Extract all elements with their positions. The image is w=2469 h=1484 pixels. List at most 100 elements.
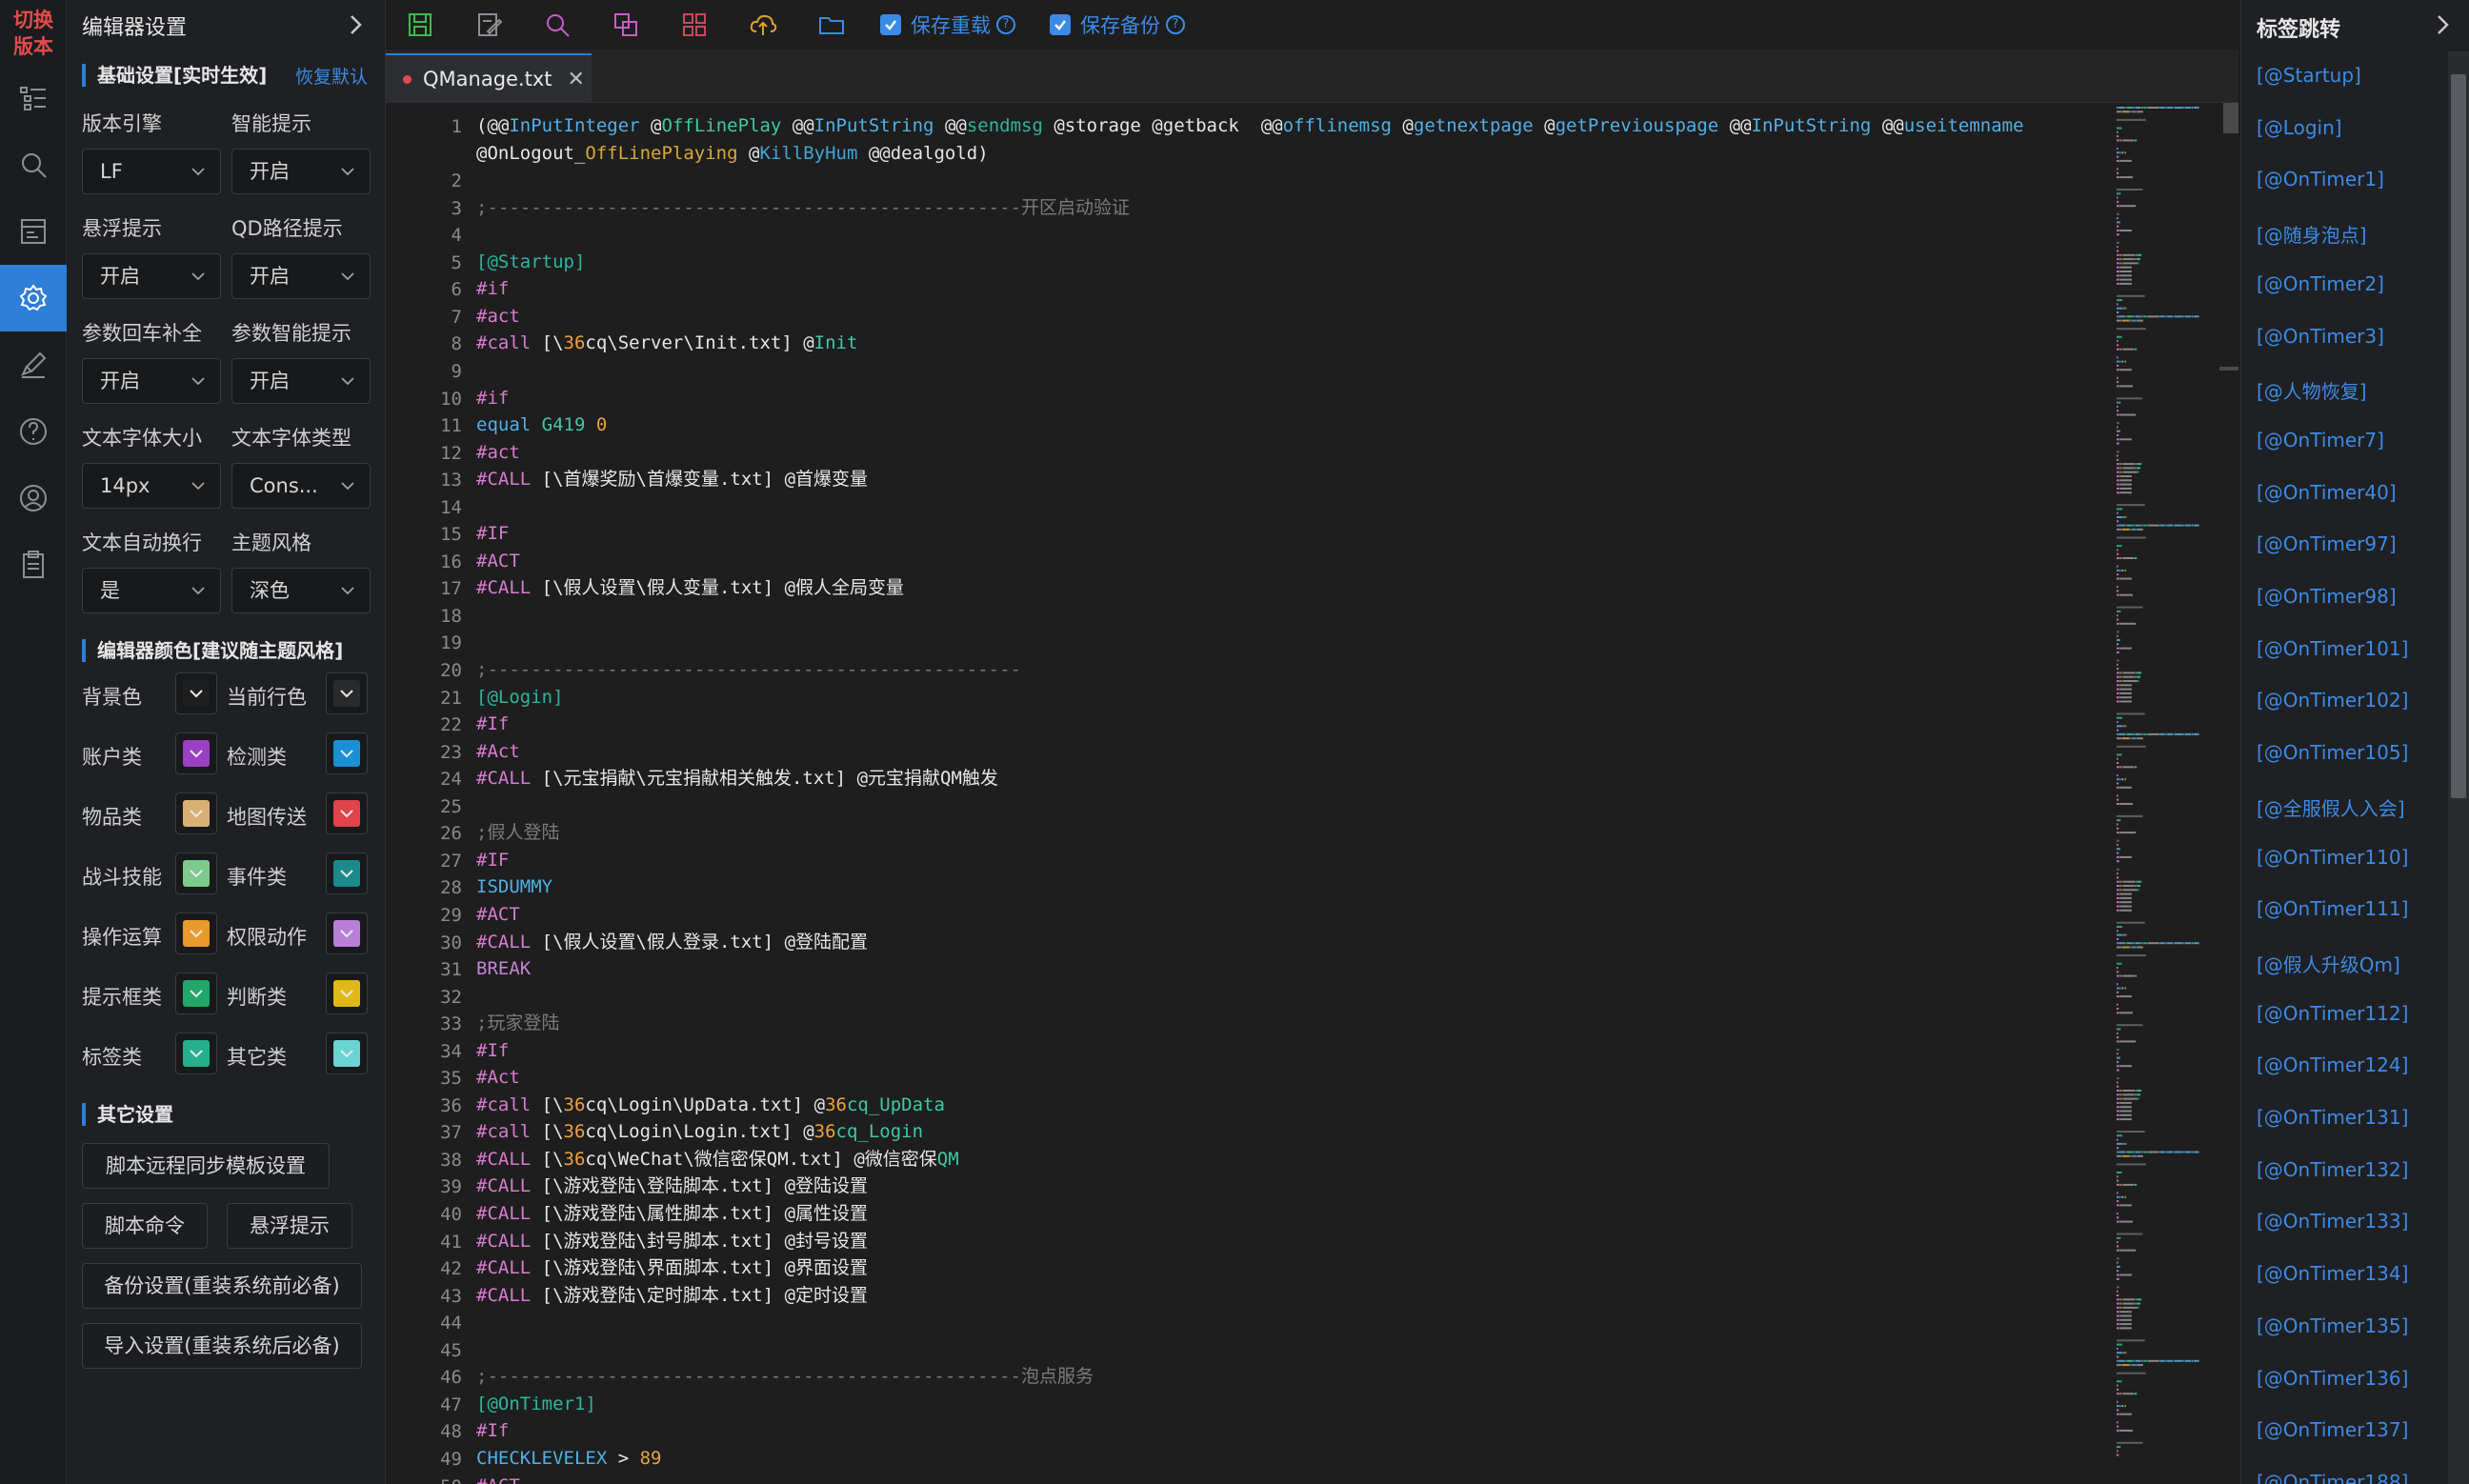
switch-version-button[interactable]: 切换 版本 xyxy=(0,0,67,67)
color-picker[interactable] xyxy=(175,852,217,894)
field-select[interactable]: Cons... xyxy=(231,463,371,509)
code-line[interactable]: #If xyxy=(476,1037,509,1064)
tag-link[interactable]: [@OnTimer124] xyxy=(2257,1053,2408,1076)
code-line[interactable]: #If xyxy=(476,1417,509,1444)
search-icon[interactable] xyxy=(538,6,576,44)
clipboard-icon[interactable] xyxy=(0,531,67,598)
tag-link[interactable]: [@OnTimer3] xyxy=(2257,325,2384,348)
tag-link[interactable]: [@Login] xyxy=(2257,116,2342,139)
code-line[interactable]: #If xyxy=(476,711,509,737)
code-line[interactable]: ;---------------------------------------… xyxy=(476,194,1130,221)
code-line[interactable]: #CALL [\元宝捐献\元宝捐献相关触发.txt] @元宝捐献QM触发 xyxy=(476,765,998,792)
save-backup-checkbox[interactable]: 保存备份 ? xyxy=(1050,10,1185,39)
field-select[interactable]: 深色 xyxy=(231,568,371,613)
chevron-right-icon[interactable] xyxy=(2431,13,2454,36)
code-line[interactable]: #if xyxy=(476,275,509,302)
code-line[interactable]: #CALL [\游戏登陆\登陆脚本.txt] @登陆设置 xyxy=(476,1173,868,1199)
tag-link[interactable]: [@Startup] xyxy=(2257,64,2361,87)
tag-list-scrollbar[interactable] xyxy=(2448,51,2469,1484)
close-icon[interactable]: ✕ xyxy=(568,68,585,91)
tag-link[interactable]: [@OnTimer132] xyxy=(2257,1158,2408,1181)
tag-link[interactable]: [@OnTimer110] xyxy=(2257,846,2408,869)
tag-link[interactable]: [@OnTimer133] xyxy=(2257,1210,2408,1233)
code-line[interactable]: #Act xyxy=(476,1064,520,1091)
upload-icon[interactable] xyxy=(744,6,782,44)
code-line[interactable]: ISDUMMY xyxy=(476,873,552,900)
script-commands-button[interactable]: 脚本命令 xyxy=(82,1203,208,1249)
settings-icon[interactable] xyxy=(0,265,67,331)
tag-link[interactable]: [@OnTimer105] xyxy=(2257,741,2408,764)
tag-link[interactable]: [@人物恢复] xyxy=(2257,376,2367,404)
color-picker[interactable] xyxy=(326,852,368,894)
code-line[interactable]: #IF xyxy=(476,847,509,873)
tag-link[interactable]: [@OnTimer1] xyxy=(2257,168,2384,191)
brush-icon[interactable] xyxy=(0,331,67,398)
editor-scrollbar[interactable] xyxy=(2219,103,2238,1484)
tag-link[interactable]: [@OnTimer188] xyxy=(2257,1471,2408,1484)
color-picker[interactable] xyxy=(326,1033,368,1074)
save-icon[interactable] xyxy=(401,6,439,44)
color-picker[interactable] xyxy=(175,1033,217,1074)
user-icon[interactable] xyxy=(0,465,67,531)
color-picker[interactable] xyxy=(175,672,217,714)
code-line[interactable]: #ACT xyxy=(476,1473,520,1484)
editor-scrollbar-thumb[interactable] xyxy=(2223,103,2238,133)
minimap-slider[interactable] xyxy=(2219,367,2238,371)
code-line[interactable]: #CALL [\游戏登陆\封号脚本.txt] @封号设置 xyxy=(476,1228,868,1254)
field-select[interactable]: 开启 xyxy=(82,253,221,299)
code-line[interactable]: ;---------------------------------------… xyxy=(476,656,1021,683)
tag-link[interactable]: [@OnTimer7] xyxy=(2257,429,2384,451)
code-line[interactable]: #call [\36cq\Login\UpData.txt] @36cq_UpD… xyxy=(476,1092,945,1118)
field-select[interactable]: 开启 xyxy=(231,149,371,194)
tag-link[interactable]: [@OnTimer112] xyxy=(2257,1002,2408,1025)
tag-link[interactable]: [@OnTimer101] xyxy=(2257,637,2408,660)
code-line[interactable]: #call [\36cq\Server\Init.txt] @Init xyxy=(476,330,857,356)
folder-icon[interactable] xyxy=(813,6,851,44)
code-line[interactable]: [@Startup] xyxy=(476,249,585,275)
color-picker[interactable] xyxy=(175,912,217,954)
tab-qmanage[interactable]: QManage.txt ✕ xyxy=(386,53,592,103)
code-line[interactable]: #call [\36cq\Login\Login.txt] @36cq_Logi… xyxy=(476,1118,923,1145)
remote-sync-template-button[interactable]: 脚本远程同步模板设置 xyxy=(82,1143,330,1189)
font-icon[interactable] xyxy=(0,198,67,265)
color-picker[interactable] xyxy=(326,672,368,714)
field-select[interactable]: 开启 xyxy=(231,358,371,404)
tag-link[interactable]: [@OnTimer102] xyxy=(2257,689,2408,712)
chevron-right-icon[interactable] xyxy=(344,13,367,36)
code-line[interactable]: @OnLogout_OffLinePlaying @KillByHum @@de… xyxy=(476,140,989,167)
help-icon[interactable] xyxy=(0,398,67,465)
tag-link[interactable]: [@OnTimer137] xyxy=(2257,1418,2408,1441)
tag-link[interactable]: [@假人升级Qm] xyxy=(2257,950,2400,977)
field-select[interactable]: 14px xyxy=(82,463,221,509)
color-picker[interactable] xyxy=(175,792,217,834)
reset-defaults-link[interactable]: 恢复默认 xyxy=(295,63,368,89)
code-line[interactable]: #act xyxy=(476,439,520,466)
tag-link[interactable]: [@OnTimer2] xyxy=(2257,272,2384,295)
tag-link[interactable]: [@OnTimer98] xyxy=(2257,585,2397,608)
code-line[interactable]: #CALL [\游戏登陆\界面脚本.txt] @界面设置 xyxy=(476,1254,868,1281)
tag-list-scrollbar-thumb[interactable] xyxy=(2451,74,2466,798)
color-picker[interactable] xyxy=(326,973,368,1014)
list-icon[interactable] xyxy=(0,65,67,131)
code-line[interactable]: #CALL [\假人设置\假人登录.txt] @登陆配置 xyxy=(476,929,868,955)
color-picker[interactable] xyxy=(326,732,368,774)
code-line[interactable]: #CALL [\36cq\WeChat\微信密保QM.txt] @微信密保QM xyxy=(476,1146,959,1173)
help-icon[interactable]: ? xyxy=(996,15,1015,34)
field-select[interactable]: 是 xyxy=(82,568,221,613)
import-settings-button[interactable]: 导入设置(重装系统后必备) xyxy=(82,1323,362,1369)
color-picker[interactable] xyxy=(326,792,368,834)
copy-icon[interactable] xyxy=(607,6,645,44)
code-line[interactable]: #act xyxy=(476,303,520,330)
code-line[interactable]: #if xyxy=(476,385,509,411)
tag-link[interactable]: [@随身泡点] xyxy=(2257,220,2367,248)
color-picker[interactable] xyxy=(175,732,217,774)
code-area[interactable]: (@@InPutInteger @OffLinePlay @@InPutStri… xyxy=(476,103,2096,1484)
field-select[interactable]: 开启 xyxy=(231,253,371,299)
tag-link[interactable]: [@OnTimer134] xyxy=(2257,1262,2408,1285)
code-line[interactable]: ;---------------------------------------… xyxy=(476,1363,1094,1390)
grid-icon[interactable] xyxy=(675,6,713,44)
code-line[interactable]: #CALL [\首爆奖励\首爆变量.txt] @首爆变量 xyxy=(476,466,868,492)
code-line[interactable]: equal G419 0 xyxy=(476,411,607,438)
tag-link[interactable]: [@OnTimer97] xyxy=(2257,532,2397,555)
code-line[interactable]: #CALL [\游戏登陆\属性脚本.txt] @属性设置 xyxy=(476,1200,868,1227)
